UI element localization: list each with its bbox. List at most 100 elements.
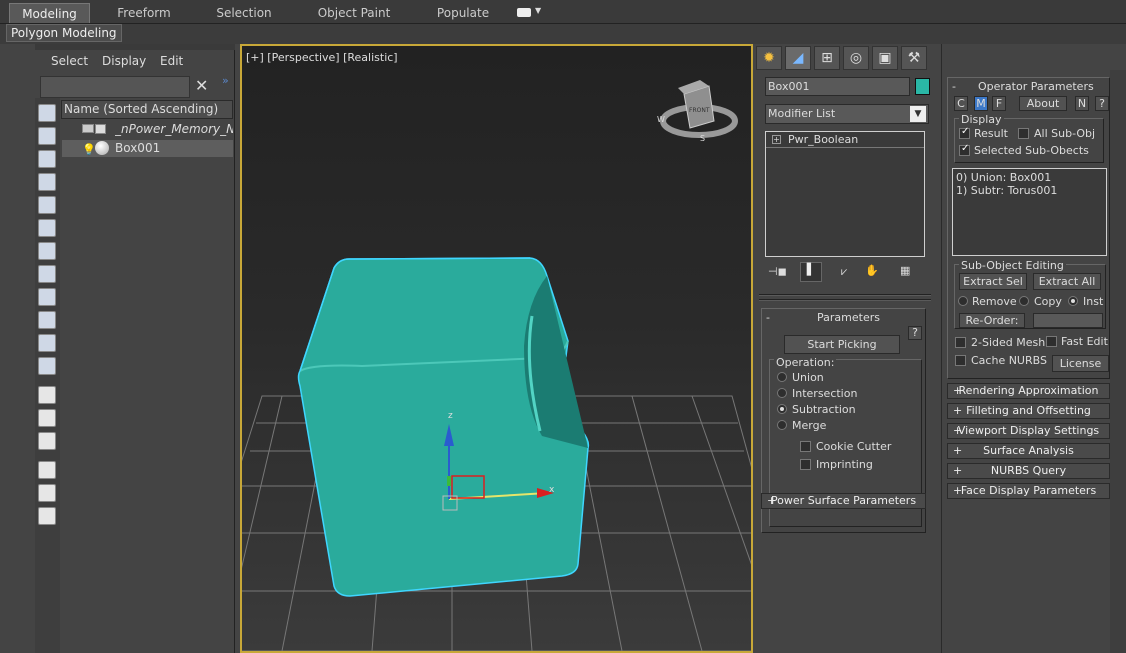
remove-modifier-icon[interactable]: ✋ bbox=[865, 264, 879, 277]
groups-icon[interactable] bbox=[38, 242, 56, 260]
modifier-list-dropdown[interactable]: Modifier List ▼ bbox=[765, 104, 929, 124]
filter-icon[interactable] bbox=[38, 461, 56, 479]
filter-selected-icon[interactable] bbox=[38, 484, 56, 502]
surface-analysis-rollout[interactable]: + Surface Analysis bbox=[947, 443, 1110, 459]
collapse-icon[interactable]: - bbox=[766, 311, 770, 324]
start-picking-button[interactable]: Start Picking bbox=[784, 335, 900, 354]
about-button[interactable]: About bbox=[1019, 96, 1067, 111]
power-surface-rollout[interactable]: + Power Surface Parameters bbox=[761, 493, 926, 509]
viewport-display-settings-rollout[interactable]: + Viewport Display Settings bbox=[947, 423, 1110, 439]
list-item[interactable]: 1) Subtr: Torus001 bbox=[956, 184, 1103, 197]
polygon-modeling-panel[interactable]: Polygon Modeling bbox=[6, 24, 122, 42]
object-color-swatch[interactable] bbox=[915, 78, 930, 95]
collapse-icon[interactable]: - bbox=[952, 80, 956, 93]
menu-display[interactable]: Display bbox=[102, 54, 146, 68]
m-button[interactable]: M bbox=[974, 96, 988, 111]
display-all-icon[interactable] bbox=[38, 386, 56, 404]
remove-radio[interactable] bbox=[958, 296, 968, 306]
help-button[interactable]: ? bbox=[1095, 96, 1109, 111]
modify-icon[interactable]: ◢ bbox=[785, 46, 811, 70]
frozen-icon[interactable] bbox=[38, 334, 56, 352]
containers-icon[interactable] bbox=[38, 311, 56, 329]
extract-all-button[interactable]: Extract All bbox=[1033, 273, 1101, 290]
cookie-cutter-checkbox[interactable] bbox=[800, 441, 811, 452]
close-icon[interactable]: ✕ bbox=[195, 76, 208, 95]
parameters-title[interactable]: Parameters bbox=[817, 311, 880, 324]
display-group: Display Result All Sub-Obj Selected Sub-… bbox=[954, 113, 1104, 163]
license-button[interactable]: License bbox=[1052, 355, 1109, 372]
display-none-icon[interactable] bbox=[38, 409, 56, 427]
helpers-icon[interactable] bbox=[38, 196, 56, 214]
all-sub-obj-checkbox[interactable] bbox=[1018, 128, 1029, 139]
cameras-icon[interactable] bbox=[38, 173, 56, 191]
lights-icon[interactable] bbox=[38, 150, 56, 168]
extract-sel-button[interactable]: Extract Sel bbox=[959, 273, 1027, 290]
subtraction-radio[interactable] bbox=[777, 404, 787, 414]
tree-row[interactable]: _nPower_Memory_Node bbox=[62, 121, 233, 138]
motion-icon[interactable]: ◎ bbox=[843, 46, 869, 70]
n-button[interactable]: N bbox=[1075, 96, 1089, 111]
layer-icon[interactable] bbox=[38, 507, 56, 525]
display-icon[interactable]: ▣ bbox=[872, 46, 898, 70]
column-header-name[interactable]: Name (Sorted Ascending) bbox=[61, 100, 233, 119]
fast-edit-checkbox[interactable] bbox=[1046, 336, 1057, 347]
object-xrefs-icon[interactable] bbox=[38, 265, 56, 283]
tab-object-paint[interactable]: Object Paint bbox=[312, 3, 396, 23]
tab-modeling[interactable]: Modeling bbox=[9, 3, 90, 23]
geometry-icon[interactable] bbox=[38, 104, 56, 122]
union-radio[interactable] bbox=[777, 372, 787, 382]
stack-item[interactable]: + Pwr_Boolean bbox=[766, 132, 924, 148]
hidden-icon[interactable] bbox=[38, 357, 56, 375]
intersection-radio[interactable] bbox=[777, 388, 787, 398]
merge-radio[interactable] bbox=[777, 420, 787, 430]
nurbs-query-rollout[interactable]: + NURBS Query bbox=[947, 463, 1110, 479]
make-unique-icon[interactable]: ⩗ bbox=[841, 265, 847, 279]
inst-radio[interactable] bbox=[1068, 296, 1078, 306]
two-sided-mesh-checkbox[interactable] bbox=[955, 337, 966, 348]
filleting-offsetting-rollout[interactable]: + Filleting and Offsetting bbox=[947, 403, 1110, 419]
show-end-result-icon[interactable]: ▌ bbox=[800, 262, 822, 282]
tab-freeform[interactable]: Freeform bbox=[108, 3, 180, 23]
utilities-icon[interactable]: ⚒ bbox=[901, 46, 927, 70]
hierarchy-icon[interactable]: ⊞ bbox=[814, 46, 840, 70]
shapes-icon[interactable] bbox=[38, 127, 56, 145]
expand-icon[interactable]: + bbox=[772, 135, 781, 144]
selected-sub-objects-checkbox[interactable] bbox=[959, 143, 970, 156]
tab-selection[interactable]: Selection bbox=[208, 3, 280, 23]
rendering-approximation-rollout[interactable]: + Rendering Approximation bbox=[947, 383, 1110, 399]
help-button[interactable]: ? bbox=[908, 326, 922, 340]
search-input[interactable] bbox=[40, 76, 190, 98]
reorder-button[interactable]: Re-Order: bbox=[959, 313, 1025, 328]
chevron-down-icon[interactable]: ▼ bbox=[910, 106, 926, 122]
bones-icon[interactable] bbox=[38, 288, 56, 306]
face-display-parameters-rollout[interactable]: + Face Display Parameters bbox=[947, 483, 1110, 499]
expand-icon[interactable]: » bbox=[222, 74, 229, 87]
lightbulb-icon[interactable]: 💡 bbox=[82, 141, 96, 158]
c-button[interactable]: C bbox=[954, 96, 968, 111]
object-name-field[interactable]: Box001 bbox=[765, 77, 910, 96]
invert-display-icon[interactable] bbox=[38, 432, 56, 450]
spacewarps-icon[interactable] bbox=[38, 219, 56, 237]
modifier-stack[interactable]: + Pwr_Boolean bbox=[765, 131, 925, 257]
operator-parameters-title[interactable]: Operator Parameters bbox=[978, 80, 1094, 93]
list-item[interactable]: 0) Union: Box001 bbox=[956, 171, 1103, 184]
create-icon[interactable]: ✹ bbox=[756, 46, 782, 70]
command-panel-scrollbar[interactable] bbox=[1110, 70, 1126, 653]
cache-nurbs-checkbox[interactable] bbox=[955, 355, 966, 366]
imprinting-checkbox[interactable] bbox=[800, 459, 811, 470]
configure-sets-icon[interactable]: ▦ bbox=[900, 264, 910, 277]
operand-list[interactable]: 0) Union: Box001 1) Subtr: Torus001 bbox=[952, 168, 1107, 256]
reorder-input[interactable] bbox=[1033, 313, 1103, 328]
copy-radio[interactable] bbox=[1019, 296, 1029, 306]
viewport-perspective[interactable]: [+] [Perspective] [Realistic] x z FRONT … bbox=[240, 44, 753, 653]
result-checkbox[interactable] bbox=[959, 126, 970, 139]
pin-stack-icon[interactable]: ⊣◼ bbox=[768, 265, 787, 278]
tab-populate[interactable]: Populate bbox=[430, 3, 496, 23]
chevron-down-icon[interactable]: ▼ bbox=[535, 6, 541, 15]
menu-select[interactable]: Select bbox=[51, 54, 88, 68]
menu-edit[interactable]: Edit bbox=[160, 54, 183, 68]
ribbon-options-icon[interactable] bbox=[517, 8, 531, 17]
tree-row[interactable]: 💡 Box001 bbox=[62, 140, 233, 157]
explorer-grip[interactable] bbox=[35, 44, 235, 50]
f-button[interactable]: F bbox=[992, 96, 1006, 111]
